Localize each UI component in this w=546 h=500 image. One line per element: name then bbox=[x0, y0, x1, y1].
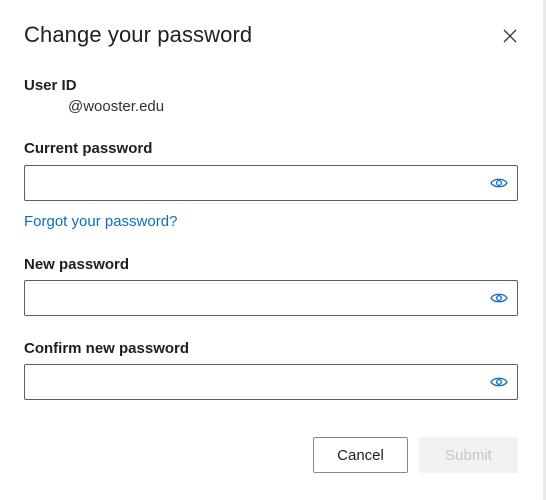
show-confirm-password-button[interactable] bbox=[489, 374, 509, 390]
new-password-label: New password bbox=[24, 256, 130, 273]
close-icon bbox=[503, 29, 517, 43]
cancel-button[interactable]: Cancel bbox=[313, 437, 408, 473]
change-password-dialog: Change your password User ID @wooster.ed… bbox=[0, 0, 546, 500]
eye-icon bbox=[490, 178, 508, 188]
confirm-password-input[interactable] bbox=[25, 365, 485, 399]
user-id-label: User ID bbox=[24, 77, 77, 94]
dialog-title: Change your password bbox=[24, 22, 253, 47]
close-button[interactable] bbox=[498, 24, 522, 48]
confirm-password-field-wrapper bbox=[24, 364, 518, 400]
current-password-label: Current password bbox=[24, 140, 153, 157]
submit-button[interactable]: Submit bbox=[419, 437, 518, 473]
user-id-value: @wooster.edu bbox=[68, 98, 165, 115]
current-password-input[interactable] bbox=[25, 166, 485, 200]
confirm-password-label: Confirm new password bbox=[24, 340, 190, 357]
eye-icon bbox=[490, 377, 508, 387]
current-password-field-wrapper bbox=[24, 165, 518, 201]
new-password-field-wrapper bbox=[24, 280, 518, 316]
eye-icon bbox=[490, 293, 508, 303]
show-new-password-button[interactable] bbox=[489, 290, 509, 306]
show-current-password-button[interactable] bbox=[489, 175, 509, 191]
forgot-password-link[interactable]: Forgot your password? bbox=[24, 213, 177, 230]
new-password-input[interactable] bbox=[25, 281, 485, 315]
